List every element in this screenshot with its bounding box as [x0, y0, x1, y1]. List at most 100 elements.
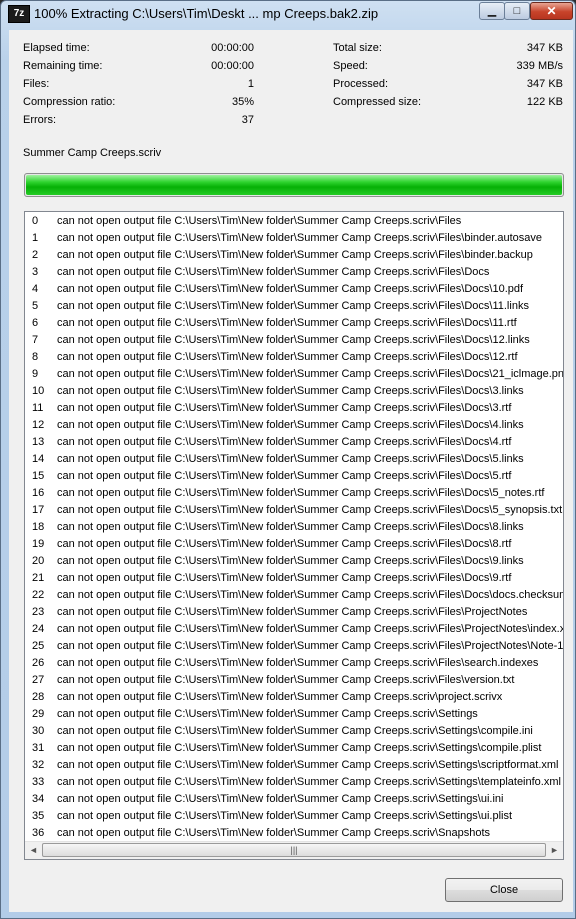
compressed-size-label: Compressed size:: [333, 96, 422, 108]
scroll-right-arrow-icon[interactable]: ►: [546, 842, 563, 859]
elapsed-label: Elapsed time:: [23, 42, 90, 54]
error-message: can not open output file C:\Users\Tim\Ne…: [57, 793, 504, 805]
error-row[interactable]: 2 can not open output file C:\Users\Tim\N…: [25, 247, 563, 264]
error-row[interactable]: 25 can not open output file C:\Users\Tim\…: [25, 638, 563, 655]
error-row[interactable]: 22 can not open output file C:\Users\Tim\…: [25, 587, 564, 604]
error-row[interactable]: 11 can not open output file C:\Users\Tim\…: [25, 400, 563, 417]
maximize-button[interactable]: □: [504, 2, 530, 20]
error-message: can not open output file C:\Users\Tim\Ne…: [57, 623, 564, 635]
progress-bar: [24, 173, 564, 197]
files-value: 1: [247, 78, 254, 90]
error-index: 22: [32, 589, 45, 601]
error-index: 9: [32, 368, 39, 380]
error-index: 14: [32, 453, 45, 465]
error-message: can not open output file C:\Users\Tim\Ne…: [57, 589, 564, 601]
error-row[interactable]: 26 can not open output file C:\Users\Tim\…: [25, 655, 563, 672]
error-index: 29: [32, 708, 45, 720]
extract-dialog: 7z 100% Extracting C:\Users\Tim\Deskt ..…: [0, 0, 576, 919]
error-row[interactable]: 16 can not open output file C:\Users\Tim\…: [25, 485, 563, 502]
error-row[interactable]: 36 can not open output file C:\Users\Tim\…: [25, 825, 563, 842]
error-index: 10: [32, 385, 45, 397]
error-index: 17: [32, 504, 45, 516]
minimize-icon: ▁: [487, 5, 497, 17]
error-row[interactable]: 6 can not open output file C:\Users\Tim\N…: [25, 315, 563, 332]
error-index: 16: [32, 487, 45, 499]
error-row[interactable]: 33 can not open output file C:\Users\Tim\…: [25, 774, 563, 791]
error-index: 31: [32, 742, 45, 754]
error-row[interactable]: 14 can not open output file C:\Users\Tim\…: [25, 451, 563, 468]
error-message: can not open output file C:\Users\Tim\Ne…: [57, 504, 563, 516]
files-label: Files:: [23, 78, 50, 90]
error-message: can not open output file C:\Users\Tim\Ne…: [57, 521, 524, 533]
error-index: 20: [32, 555, 45, 567]
error-index: 36: [32, 827, 45, 839]
speed-value: 339 MB/s: [516, 60, 563, 72]
error-message: can not open output file C:\Users\Tim\Ne…: [57, 572, 512, 584]
error-row[interactable]: 5 can not open output file C:\Users\Tim\N…: [25, 298, 563, 315]
error-row[interactable]: 1 can not open output file C:\Users\Tim\N…: [25, 230, 563, 247]
scroll-thumb[interactable]: |||: [42, 843, 546, 857]
error-row[interactable]: 13 can not open output file C:\Users\Tim\…: [25, 434, 563, 451]
error-list[interactable]: 0 can not open output file C:\Users\Tim\N…: [24, 211, 564, 860]
error-row[interactable]: 8 can not open output file C:\Users\Tim\N…: [25, 349, 563, 366]
error-row[interactable]: 27 can not open output file C:\Users\Tim\…: [25, 672, 563, 689]
error-index: 32: [32, 759, 45, 771]
error-row[interactable]: 4 can not open output file C:\Users\Tim\N…: [25, 281, 563, 298]
error-row[interactable]: 0 can not open output file C:\Users\Tim\N…: [25, 213, 563, 230]
error-row[interactable]: 7 can not open output file C:\Users\Tim\N…: [25, 332, 563, 349]
error-row[interactable]: 34 can not open output file C:\Users\Tim\…: [25, 791, 563, 808]
error-row[interactable]: 32 can not open output file C:\Users\Tim\…: [25, 757, 563, 774]
error-row[interactable]: 18 can not open output file C:\Users\Tim\…: [25, 519, 563, 536]
error-index: 12: [32, 419, 45, 431]
error-message: can not open output file C:\Users\Tim\Ne…: [57, 606, 528, 618]
close-icon: ✕: [546, 4, 557, 18]
error-row[interactable]: 35 can not open output file C:\Users\Tim\…: [25, 808, 563, 825]
close-button[interactable]: Close: [445, 878, 563, 902]
horizontal-scrollbar[interactable]: ◄ ||| ►: [25, 841, 563, 859]
error-row[interactable]: 10 can not open output file C:\Users\Tim\…: [25, 383, 563, 400]
error-index: 15: [32, 470, 45, 482]
window-close-button[interactable]: ✕: [530, 2, 573, 20]
error-index: 6: [32, 317, 39, 329]
error-index: 34: [32, 793, 45, 805]
title-bar[interactable]: 7z 100% Extracting C:\Users\Tim\Deskt ..…: [1, 1, 575, 27]
error-row[interactable]: 23 can not open output file C:\Users\Tim\…: [25, 604, 563, 621]
error-row[interactable]: 31 can not open output file C:\Users\Tim\…: [25, 740, 563, 757]
error-index: 35: [32, 810, 45, 822]
error-message: can not open output file C:\Users\Tim\Ne…: [57, 691, 503, 703]
total-size-value: 347 KB: [526, 42, 563, 54]
error-message: can not open output file C:\Users\Tim\Ne…: [57, 674, 515, 686]
error-row[interactable]: 24 can not open output file C:\Users\Tim\…: [25, 621, 564, 638]
current-file-name: Summer Camp Creeps.scriv: [23, 147, 162, 159]
error-index: 23: [32, 606, 45, 618]
errors-label: Errors:: [23, 114, 56, 126]
scroll-left-arrow-icon[interactable]: ◄: [25, 842, 42, 859]
error-row[interactable]: 20 can not open output file C:\Users\Tim\…: [25, 553, 563, 570]
error-row[interactable]: 29 can not open output file C:\Users\Tim\…: [25, 706, 563, 723]
error-row[interactable]: 15 can not open output file C:\Users\Tim\…: [25, 468, 563, 485]
error-message: can not open output file C:\Users\Tim\Ne…: [57, 300, 529, 312]
error-message: can not open output file C:\Users\Tim\Ne…: [57, 453, 524, 465]
minimize-button[interactable]: ▁: [479, 2, 505, 20]
error-index: 3: [32, 266, 39, 278]
error-message: can not open output file C:\Users\Tim\Ne…: [57, 249, 533, 261]
maximize-icon: □: [513, 5, 521, 17]
error-row[interactable]: 21 can not open output file C:\Users\Tim\…: [25, 570, 563, 587]
error-index: 25: [32, 640, 45, 652]
error-message: can not open output file C:\Users\Tim\Ne…: [57, 538, 512, 550]
error-index: 2: [32, 249, 39, 261]
error-index: 21: [32, 572, 45, 584]
error-row[interactable]: 9 can not open output file C:\Users\Tim\N…: [25, 366, 563, 383]
error-row[interactable]: 30 can not open output file C:\Users\Tim\…: [25, 723, 563, 740]
error-row[interactable]: 28 can not open output file C:\Users\Tim\…: [25, 689, 563, 706]
error-index: 7: [32, 334, 39, 346]
error-row[interactable]: 3 can not open output file C:\Users\Tim\N…: [25, 264, 563, 281]
error-row[interactable]: 12 can not open output file C:\Users\Tim\…: [25, 417, 563, 434]
error-message: can not open output file C:\Users\Tim\Ne…: [57, 385, 524, 397]
error-message: can not open output file C:\Users\Tim\Ne…: [57, 436, 512, 448]
error-row[interactable]: 19 can not open output file C:\Users\Tim\…: [25, 536, 563, 553]
error-index: 13: [32, 436, 45, 448]
error-message: can not open output file C:\Users\Tim\Ne…: [57, 725, 533, 737]
error-message: can not open output file C:\Users\Tim\Ne…: [57, 810, 513, 822]
error-row[interactable]: 17 can not open output file C:\Users\Tim\…: [25, 502, 563, 519]
